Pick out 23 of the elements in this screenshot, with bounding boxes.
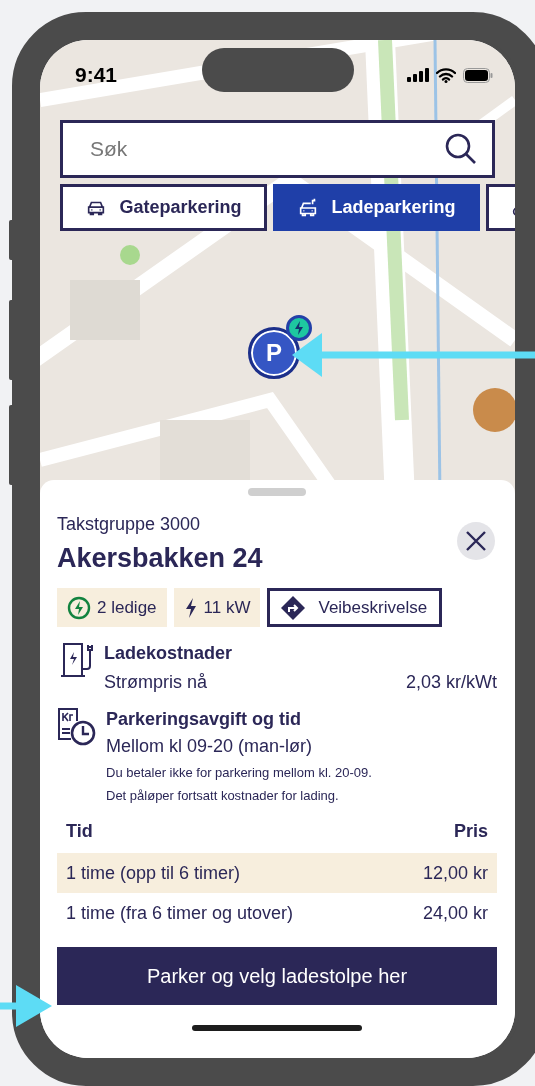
column-header: Pris bbox=[453, 821, 488, 842]
section-heading: Ladekostnader bbox=[104, 642, 234, 665]
location-title: Akersbakken 24 bbox=[57, 543, 263, 574]
price-label: Strømpris nå bbox=[104, 672, 208, 693]
table-cell: 1 time (opp til 6 timer) bbox=[66, 862, 241, 884]
table-cell: 12,00 kr bbox=[422, 862, 488, 884]
search-field[interactable]: Søk bbox=[60, 120, 495, 178]
table-cell: 1 time (fra 6 timer og utover) bbox=[66, 902, 294, 924]
column-header: Tid bbox=[66, 821, 93, 842]
hours-text: Mellom kl 09-20 (man-lør) bbox=[106, 736, 314, 757]
filter-tab[interactable]: Gateparkering bbox=[60, 184, 267, 231]
price-value: 2,03 kr/kWt bbox=[405, 672, 497, 693]
availability-tag: 2 ledige bbox=[57, 588, 167, 627]
group-label: Takstgruppe 3000 bbox=[57, 514, 202, 535]
status-time: 9:41 bbox=[75, 63, 118, 87]
park-button[interactable]: Parker og velg ladestolpe her bbox=[57, 947, 497, 1005]
power-tag: 11 kW bbox=[173, 588, 261, 627]
section-heading: Parkeringsavgift og tid bbox=[106, 708, 303, 731]
note-text: Det påløper fortsatt kostnader for lading. bbox=[106, 788, 340, 803]
note-text: Du betaler ikke for parkering mellom kl. 20-09. bbox=[106, 765, 373, 780]
filter-tab[interactable]: Ladeparkering bbox=[273, 184, 480, 231]
directions-button[interactable]: Veibeskrivelse bbox=[267, 588, 443, 627]
table-cell: 24,00 kr bbox=[422, 902, 488, 924]
